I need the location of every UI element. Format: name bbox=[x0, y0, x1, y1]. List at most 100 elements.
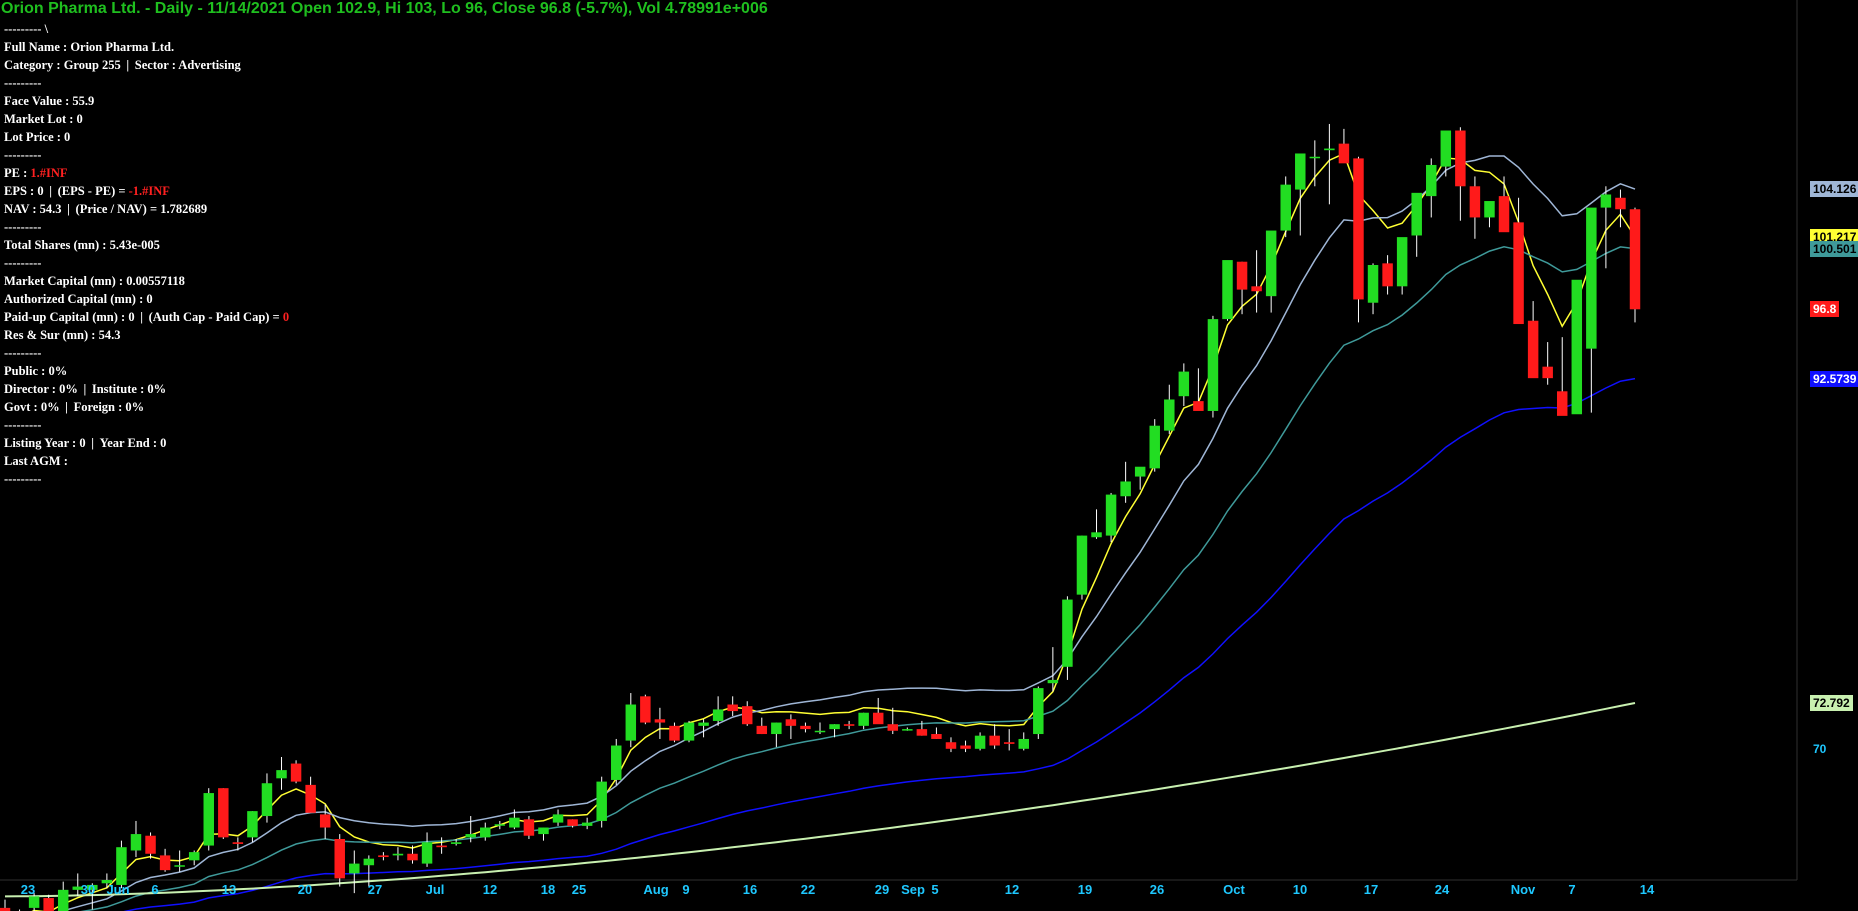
face-value-label: Face Value : bbox=[4, 94, 70, 108]
res-sur-value: 54.3 bbox=[98, 328, 121, 342]
candle-body bbox=[436, 845, 447, 848]
candle-body bbox=[654, 719, 666, 723]
x-tick-label: 29 bbox=[874, 882, 890, 897]
candle-body bbox=[1440, 130, 1452, 167]
candle-body bbox=[43, 898, 54, 911]
price-label: 92.5739 bbox=[1810, 370, 1858, 387]
candle-body bbox=[1484, 201, 1495, 218]
candle-body bbox=[57, 889, 69, 911]
candle-body bbox=[1222, 260, 1233, 320]
info-divider: --------- bbox=[4, 472, 42, 486]
x-tick-label: 14 bbox=[1639, 882, 1655, 897]
candle-body bbox=[1149, 425, 1160, 469]
info-divider: --------- bbox=[4, 346, 42, 360]
eps-pe-label: (EPS - PE) = bbox=[57, 184, 126, 198]
price-label: 72.792 bbox=[1810, 695, 1853, 711]
candle-body bbox=[756, 725, 768, 735]
candle-body bbox=[1542, 366, 1553, 379]
candle-body bbox=[785, 719, 797, 726]
candle-body bbox=[1629, 209, 1641, 310]
candle-body bbox=[872, 712, 884, 725]
info-divider: --------- bbox=[4, 148, 42, 162]
candle-body bbox=[290, 763, 302, 782]
candle-body bbox=[188, 852, 200, 861]
candle-body bbox=[1556, 391, 1568, 416]
candle-body bbox=[596, 781, 607, 821]
x-tick-label: 5 bbox=[931, 882, 939, 897]
candle-body bbox=[130, 834, 142, 851]
candle-body bbox=[363, 858, 375, 866]
x-tick-label: 25 bbox=[571, 882, 587, 897]
year-end-value: 0 bbox=[160, 436, 167, 450]
candle-body bbox=[1236, 261, 1248, 290]
director-value: 0% bbox=[59, 382, 78, 396]
candle-body bbox=[1062, 599, 1073, 667]
x-tick-label: Sep bbox=[901, 882, 925, 897]
candle-body bbox=[858, 712, 869, 726]
candle-body bbox=[407, 853, 418, 861]
candle-body bbox=[1251, 286, 1262, 292]
candle-body bbox=[1469, 186, 1481, 218]
institute-value: 0% bbox=[147, 382, 167, 396]
candle-body bbox=[712, 709, 724, 721]
candle-body bbox=[218, 788, 229, 838]
info-panel: --------- \ Full Name : Orion Pharma Ltd… bbox=[4, 22, 290, 486]
candle-body bbox=[276, 770, 287, 779]
govt-value: 0% bbox=[40, 400, 60, 414]
candle-body bbox=[1265, 230, 1277, 297]
sector-label: Sector : bbox=[134, 58, 176, 72]
x-tick-label: 9 bbox=[682, 882, 690, 897]
candle-body bbox=[28, 896, 40, 908]
candle-body bbox=[1513, 222, 1524, 325]
x-tick-label: 24 bbox=[1434, 882, 1450, 897]
candle-body bbox=[931, 734, 942, 739]
x-tick-label: 12 bbox=[1004, 882, 1020, 897]
x-tick-label: 6 bbox=[151, 882, 159, 897]
candle-body bbox=[1091, 532, 1102, 538]
x-tick-label: Aug bbox=[643, 882, 669, 897]
chart-title: Orion Pharma Ltd. - Daily - 11/14/2021 O… bbox=[1, 0, 768, 17]
auth-paid-value: 0 bbox=[282, 310, 290, 324]
x-tick-label: 27 bbox=[367, 882, 383, 897]
candle-body bbox=[1367, 265, 1379, 303]
candle-body bbox=[669, 725, 680, 741]
info-divider: --------- bbox=[4, 76, 42, 90]
lot-price-label: Lot Price : bbox=[4, 130, 61, 144]
candle-body bbox=[494, 824, 506, 826]
auth-cap-label: Authorized Capital (mn) : bbox=[4, 292, 144, 306]
candle-body bbox=[174, 865, 185, 867]
x-tick-label: 18 bbox=[540, 882, 556, 897]
market-lot-value: 0 bbox=[76, 112, 83, 126]
candle-body bbox=[421, 842, 433, 864]
price-label: 70 bbox=[1813, 741, 1827, 756]
eps-pe-value: -1.#INF bbox=[128, 184, 170, 198]
x-tick-label: 16 bbox=[742, 882, 758, 897]
candle-body bbox=[1527, 320, 1539, 379]
market-lot-label: Market Lot : bbox=[4, 112, 74, 126]
candle-body bbox=[800, 725, 811, 730]
x-tick-label: 22 bbox=[800, 882, 816, 897]
institute-label: Institute : bbox=[91, 382, 145, 396]
x-tick-label: 23 bbox=[20, 882, 36, 897]
candle-body bbox=[1047, 679, 1059, 684]
auth-paid-label: (Auth Cap - Paid Cap) = bbox=[148, 310, 280, 324]
candle-body bbox=[1105, 494, 1117, 536]
paidup-label: Paid-up Capital (mn) : bbox=[4, 310, 126, 324]
x-tick-label: 30 bbox=[80, 882, 96, 897]
x-tick-label: Jul bbox=[425, 882, 445, 897]
candle-body bbox=[1396, 237, 1408, 287]
nav-value: 54.3 bbox=[39, 202, 62, 216]
candle-body bbox=[1134, 466, 1146, 477]
auth-cap-value: 0 bbox=[146, 292, 153, 306]
govt-label: Govt : bbox=[4, 400, 38, 414]
candle-body bbox=[1455, 130, 1466, 187]
candle-body bbox=[1120, 481, 1131, 497]
nav-label: NAV : bbox=[4, 202, 37, 216]
candle-body bbox=[1586, 207, 1597, 349]
candle-body bbox=[261, 783, 273, 817]
candle-body bbox=[465, 834, 476, 838]
candle-body bbox=[1280, 184, 1291, 231]
director-label: Director : bbox=[4, 382, 56, 396]
candle-body bbox=[1076, 535, 1088, 595]
candle-body bbox=[305, 784, 316, 813]
